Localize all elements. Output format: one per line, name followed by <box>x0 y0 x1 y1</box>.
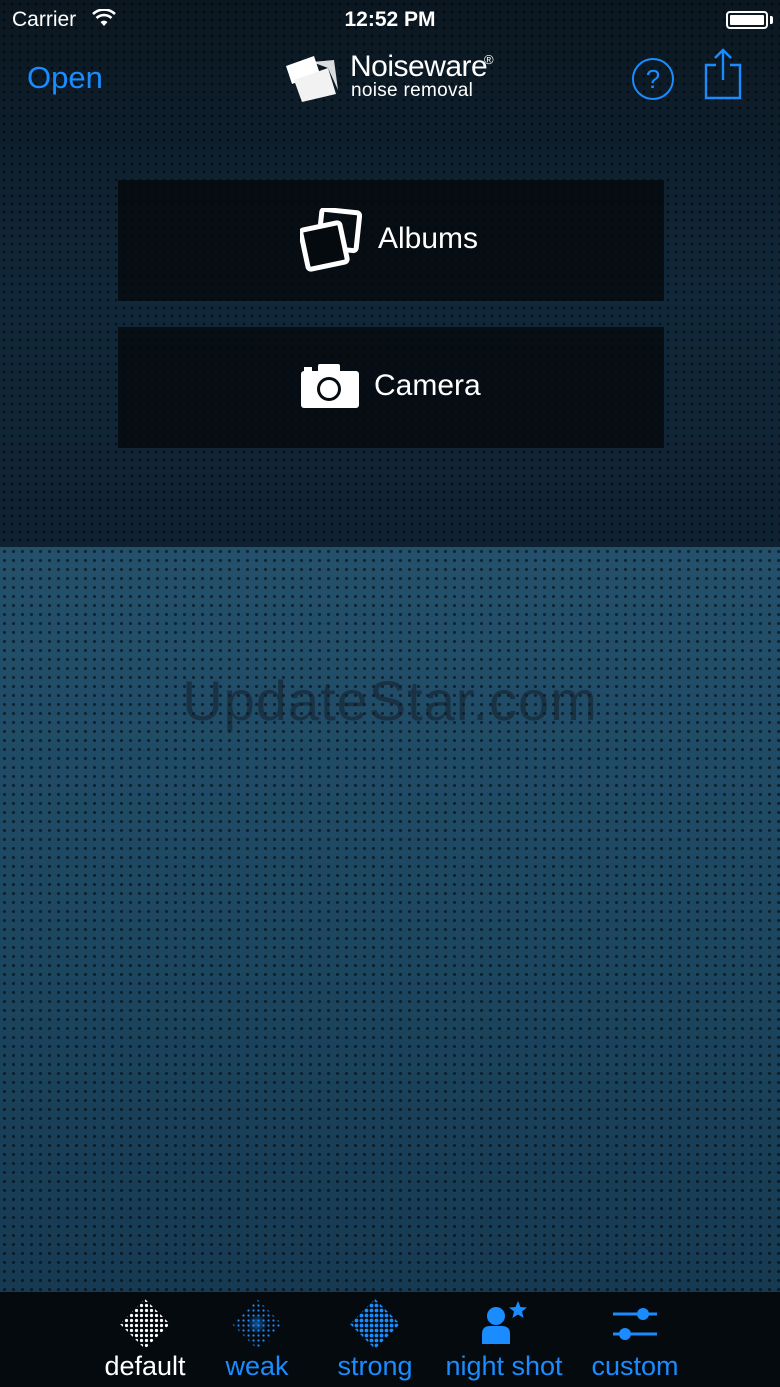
preset-custom-label: custom <box>591 1351 679 1381</box>
preset-night-shot-label: night shot <box>445 1351 563 1381</box>
preset-default[interactable]: default <box>95 1292 195 1387</box>
strong-preset-icon <box>350 1299 400 1349</box>
battery-icon <box>726 11 768 29</box>
noiseware-logo: Noiseware ® noise removal <box>284 50 504 106</box>
status-bar: Carrier 12:52 PM <box>0 0 780 40</box>
weak-preset-icon <box>232 1299 282 1349</box>
open-button[interactable]: Open <box>27 60 103 96</box>
logo-name: Noiseware <box>350 50 488 83</box>
preset-default-label: default <box>104 1351 186 1381</box>
share-button[interactable] <box>703 48 743 100</box>
albums-label: Albums <box>378 222 479 255</box>
preset-strong[interactable]: strong <box>325 1292 425 1387</box>
camera-label: Camera <box>374 369 481 402</box>
image-canvas-area <box>0 547 780 1292</box>
logo-tagline: noise removal <box>351 80 474 101</box>
logo-mark-icon <box>286 56 338 102</box>
share-icon <box>704 48 742 100</box>
preset-weak-label: weak <box>225 1351 289 1381</box>
albums-icon <box>300 208 362 272</box>
preset-toolbar: default weak strong night shot custom <box>0 1292 780 1387</box>
sliders-icon <box>613 1308 657 1340</box>
camera-button[interactable]: Camera <box>118 327 664 448</box>
camera-icon <box>301 364 359 408</box>
help-button[interactable]: ? <box>632 58 674 100</box>
night-shot-icon <box>482 1301 527 1344</box>
preset-night-shot[interactable]: night shot <box>436 1292 572 1387</box>
albums-button[interactable]: Albums <box>118 180 664 301</box>
clock: 12:52 PM <box>344 8 436 31</box>
preset-strong-label: strong <box>337 1351 413 1381</box>
preset-custom[interactable]: custom <box>584 1292 686 1387</box>
logo-registered-mark: ® <box>484 52 494 67</box>
default-preset-icon <box>120 1299 170 1349</box>
preset-weak[interactable]: weak <box>212 1292 302 1387</box>
battery-nub <box>770 16 773 24</box>
watermark: UpdateStar.com <box>182 669 598 732</box>
